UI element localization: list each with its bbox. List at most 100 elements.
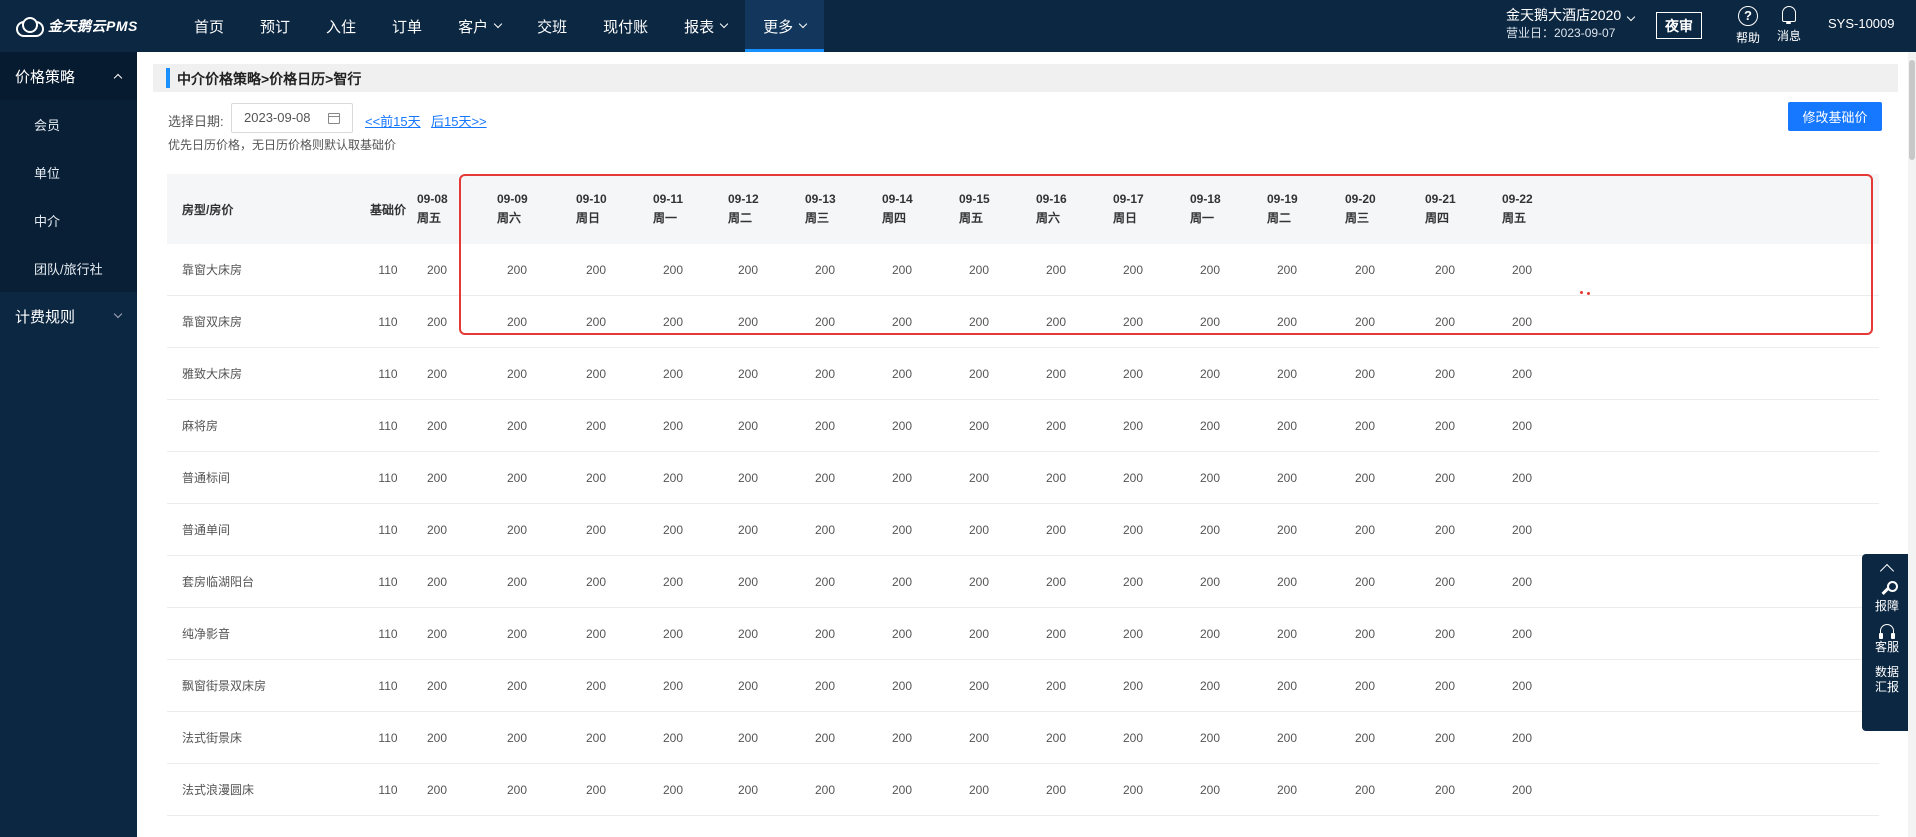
sidebar-group-billing-rules[interactable]: 计费规则 [0, 292, 137, 340]
messages-button[interactable]: 消息 [1769, 4, 1809, 44]
price-cell[interactable]: 200 [795, 400, 855, 451]
price-cell[interactable]: 200 [1492, 348, 1552, 399]
scrollbar-thumb[interactable] [1909, 60, 1915, 160]
sidebar-item-company[interactable]: 单位 [0, 148, 137, 196]
price-cell[interactable]: 200 [566, 400, 626, 451]
price-cell[interactable]: 200 [1415, 400, 1475, 451]
price-cell[interactable]: 200 [1415, 556, 1475, 607]
price-cell[interactable]: 200 [1335, 764, 1395, 815]
price-cell[interactable]: 200 [718, 244, 778, 295]
price-cell[interactable]: 200 [718, 764, 778, 815]
price-cell[interactable]: 200 [1492, 296, 1552, 347]
price-cell[interactable]: 200 [643, 660, 703, 711]
price-cell[interactable]: 200 [487, 504, 547, 555]
price-cell[interactable]: 200 [1257, 244, 1317, 295]
price-cell[interactable]: 200 [407, 504, 467, 555]
price-cell[interactable]: 200 [1415, 712, 1475, 763]
price-cell[interactable]: 200 [718, 452, 778, 503]
price-cell[interactable]: 200 [1335, 348, 1395, 399]
price-cell[interactable]: 200 [643, 452, 703, 503]
price-cell[interactable]: 200 [1492, 608, 1552, 659]
price-cell[interactable]: 200 [1103, 400, 1163, 451]
price-cell[interactable]: 200 [1103, 556, 1163, 607]
price-cell[interactable]: 200 [1492, 556, 1552, 607]
nav-item-5[interactable]: 交班 [519, 0, 585, 52]
price-cell[interactable]: 200 [1492, 764, 1552, 815]
price-cell[interactable]: 200 [795, 244, 855, 295]
price-cell[interactable]: 200 [407, 608, 467, 659]
price-cell[interactable]: 200 [1103, 608, 1163, 659]
date-picker[interactable]: 2023-09-08 [231, 103, 353, 133]
nav-item-2[interactable]: 入住 [308, 0, 374, 52]
price-cell[interactable]: 200 [795, 452, 855, 503]
price-cell[interactable]: 200 [1257, 556, 1317, 607]
price-cell[interactable]: 200 [872, 244, 932, 295]
price-cell[interactable]: 200 [718, 556, 778, 607]
price-cell[interactable]: 200 [566, 608, 626, 659]
price-cell[interactable]: 200 [949, 348, 1009, 399]
price-cell[interactable]: 200 [1257, 296, 1317, 347]
price-cell[interactable]: 200 [1026, 712, 1086, 763]
price-cell[interactable]: 200 [949, 608, 1009, 659]
price-cell[interactable]: 200 [1257, 504, 1317, 555]
price-cell[interactable]: 200 [1103, 712, 1163, 763]
price-cell[interactable]: 200 [1415, 244, 1475, 295]
price-cell[interactable]: 200 [566, 244, 626, 295]
price-cell[interactable]: 200 [566, 556, 626, 607]
price-cell[interactable]: 200 [1180, 504, 1240, 555]
price-cell[interactable]: 200 [643, 556, 703, 607]
price-cell[interactable]: 200 [1257, 608, 1317, 659]
price-cell[interactable]: 200 [487, 712, 547, 763]
price-cell[interactable]: 200 [1415, 452, 1475, 503]
price-cell[interactable]: 200 [718, 296, 778, 347]
nav-item-4[interactable]: 客户 [440, 0, 519, 52]
app-logo[interactable]: 金天鹅云PMS [14, 0, 138, 52]
price-cell[interactable]: 200 [872, 712, 932, 763]
prev-15-days-link[interactable]: <<前15天 [365, 111, 421, 130]
page-scrollbar[interactable] [1908, 52, 1916, 837]
nav-item-7[interactable]: 报表 [666, 0, 745, 52]
price-cell[interactable]: 200 [949, 764, 1009, 815]
price-cell[interactable]: 200 [487, 400, 547, 451]
price-cell[interactable]: 200 [1415, 764, 1475, 815]
nav-item-1[interactable]: 预订 [242, 0, 308, 52]
price-cell[interactable]: 200 [949, 452, 1009, 503]
price-cell[interactable]: 200 [1415, 348, 1475, 399]
price-cell[interactable]: 200 [1180, 296, 1240, 347]
price-cell[interactable]: 200 [1492, 504, 1552, 555]
nav-item-6[interactable]: 现付账 [585, 0, 666, 52]
price-cell[interactable]: 200 [872, 556, 932, 607]
price-cell[interactable]: 200 [1335, 452, 1395, 503]
price-cell[interactable]: 200 [487, 452, 547, 503]
price-cell[interactable]: 200 [407, 244, 467, 295]
price-cell[interactable]: 200 [872, 400, 932, 451]
price-cell[interactable]: 200 [1180, 244, 1240, 295]
price-cell[interactable]: 200 [1492, 660, 1552, 711]
sidebar-item-agent[interactable]: 中介 [0, 196, 137, 244]
price-cell[interactable]: 200 [872, 764, 932, 815]
price-cell[interactable]: 200 [566, 452, 626, 503]
price-cell[interactable]: 200 [1257, 452, 1317, 503]
price-cell[interactable]: 200 [949, 660, 1009, 711]
price-cell[interactable]: 200 [1026, 556, 1086, 607]
price-cell[interactable]: 200 [643, 504, 703, 555]
price-cell[interactable]: 200 [1026, 400, 1086, 451]
price-cell[interactable]: 200 [1415, 504, 1475, 555]
sidebar-group-price-strategy[interactable]: 价格策略 [0, 52, 137, 100]
price-cell[interactable]: 200 [1257, 400, 1317, 451]
price-cell[interactable]: 200 [1180, 712, 1240, 763]
nav-item-8[interactable]: 更多 [745, 0, 825, 52]
price-cell[interactable]: 200 [872, 608, 932, 659]
price-cell[interactable]: 200 [487, 244, 547, 295]
price-cell[interactable]: 200 [1180, 400, 1240, 451]
price-cell[interactable]: 200 [872, 452, 932, 503]
price-cell[interactable]: 200 [1026, 348, 1086, 399]
price-cell[interactable]: 200 [566, 660, 626, 711]
price-cell[interactable]: 200 [949, 400, 1009, 451]
nav-item-3[interactable]: 订单 [374, 0, 440, 52]
price-cell[interactable]: 200 [1335, 296, 1395, 347]
price-cell[interactable]: 200 [795, 660, 855, 711]
price-cell[interactable]: 200 [566, 764, 626, 815]
price-cell[interactable]: 200 [1415, 608, 1475, 659]
price-cell[interactable]: 200 [1492, 244, 1552, 295]
